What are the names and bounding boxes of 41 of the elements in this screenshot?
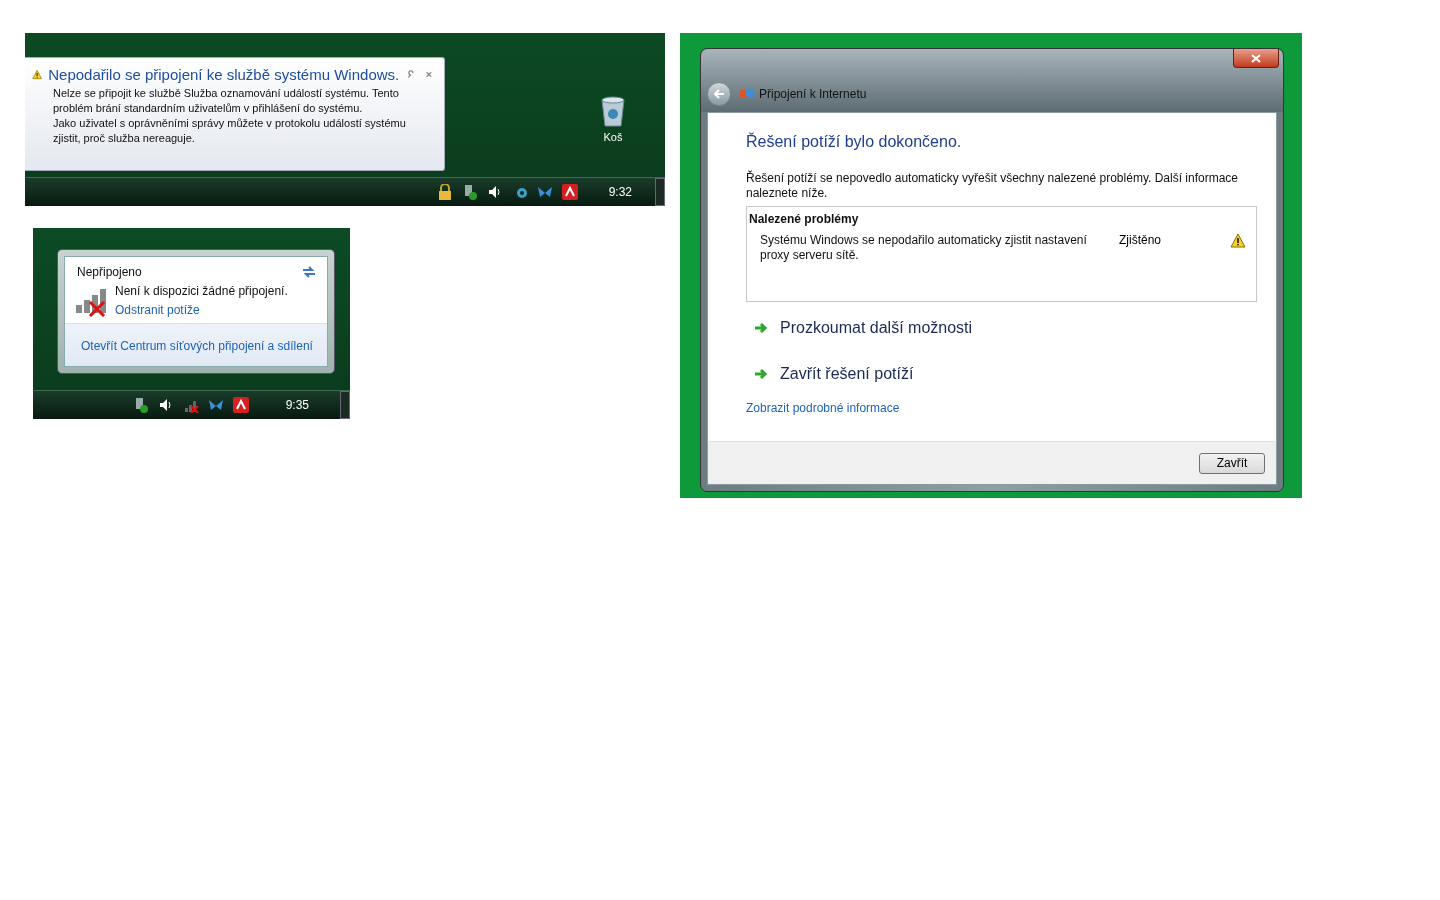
desktop-icon-label[interactable]: Koš (603, 131, 623, 143)
close-dialog-button[interactable]: Zavřít (1199, 452, 1265, 474)
notification-message: Nelze se připojit ke službě Služba oznamování událostí systému. Tento problém brání standardním uživatelům v přihlášení do systému. (53, 86, 400, 116)
window-title: Připojení k Internetu (759, 87, 867, 101)
clock[interactable]: 9:35 (285, 398, 309, 412)
wrench-icon[interactable] (407, 69, 415, 80)
notification-message: Jako uživatel s oprávněními správy můžete v protokolu událostí systému zjistit, proč služba nereaguje. (53, 116, 407, 146)
warning-icon (1230, 233, 1246, 248)
troubleshoot-link[interactable]: Odstranit potíže (115, 303, 288, 317)
show-desktop-button[interactable] (655, 178, 665, 206)
antivirus-icon[interactable] (561, 184, 578, 200)
details-link[interactable]: Zobrazit podrobné informace (746, 401, 900, 415)
back-arrow-icon (713, 88, 725, 100)
refresh-icon[interactable] (301, 265, 317, 279)
problem-text: Systému Windows se nepodařilo automaticky zjistit nastavení proxy serveru sítě. (760, 233, 1088, 263)
close-button[interactable] (1233, 49, 1279, 68)
signal-bars-disconnected-icon (75, 287, 109, 317)
arrow-icon (754, 322, 768, 334)
close-icon[interactable] (426, 70, 432, 79)
clock[interactable]: 9:32 (608, 185, 632, 199)
problem-status: Zjištěno (1118, 233, 1163, 247)
recycle-bin-icon[interactable] (600, 95, 626, 127)
speaker-icon[interactable] (486, 184, 503, 200)
option-link[interactable]: Prozkoumat další možnosti (780, 319, 973, 337)
close-icon (1251, 53, 1261, 63)
network-center-link[interactable]: Otevřít Centrum síťových připojení a sdílení (81, 339, 313, 353)
notification-title: Nepodařilo se připojení ke službě systému Windows. (48, 66, 400, 83)
lock-icon[interactable] (436, 184, 453, 200)
back-button[interactable] (707, 82, 731, 106)
connection-status: Nepřipojeno (77, 265, 142, 279)
connection-message: Není k dispozici žádné připojení. (115, 284, 288, 298)
network-globe-icon (739, 87, 755, 101)
speaker-icon[interactable] (157, 397, 174, 413)
dialog-description: Řešení potíží se nepovedlo automaticky vyřešit všechny nalezené problémy. Další informace naleznete níže. (746, 171, 1240, 201)
problems-header: Nalezené problémy (749, 212, 859, 226)
arrow-icon (754, 368, 768, 380)
show-desktop-button[interactable] (340, 391, 350, 419)
warning-icon (32, 67, 43, 82)
option-link[interactable]: Zavřít řešení potíží (780, 365, 914, 383)
antivirus-icon[interactable] (232, 397, 249, 413)
dialog-heading: Řešení potíží bylo dokončeno. (746, 133, 963, 151)
